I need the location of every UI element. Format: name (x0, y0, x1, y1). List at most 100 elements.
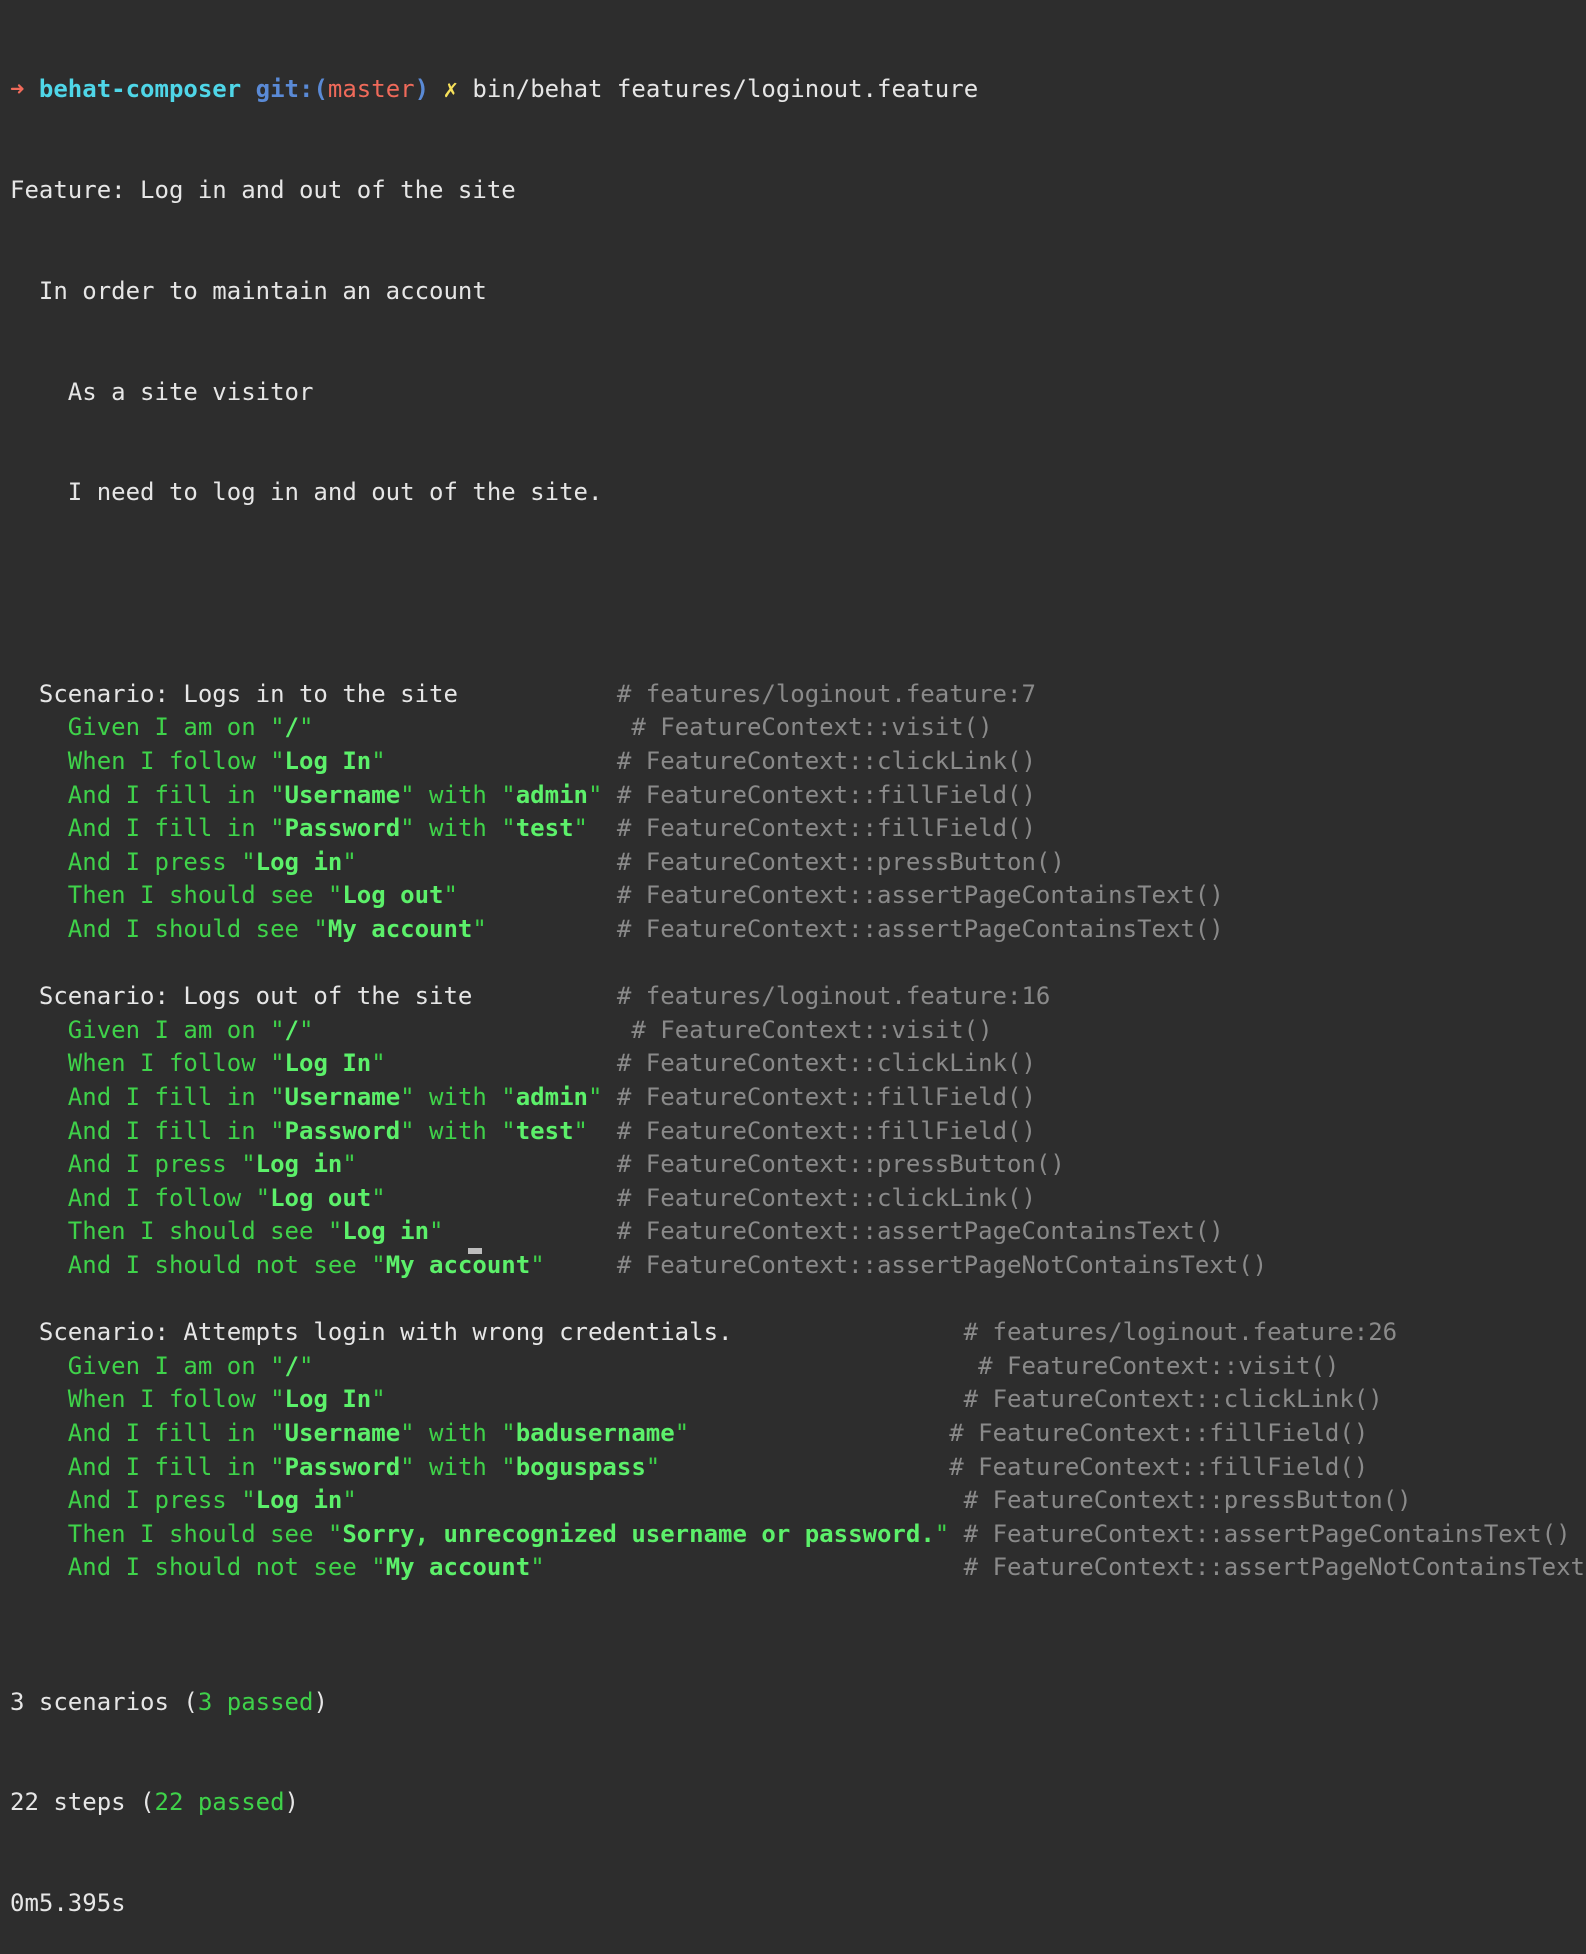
step-argument: Log out (270, 1183, 372, 1212)
step-argument: test (515, 1116, 574, 1145)
step-keyword: And I should not see " (10, 1553, 386, 1582)
step-line: And I follow "Log out" # FeatureContext:… (10, 1182, 1586, 1216)
step-keyword: And I should see " (10, 915, 328, 944)
step-definition-comment: # FeatureContext::assertPageNotContainsT… (616, 1250, 1268, 1279)
summary-scenarios-passed: 3 passed (197, 1687, 314, 1716)
step-padding (588, 1117, 617, 1145)
step-argument: test (515, 814, 574, 843)
step-line: When I follow "Log In" # FeatureContext:… (10, 1383, 1586, 1417)
step-definition-comment: # FeatureContext::pressButton() (963, 1486, 1412, 1515)
step-argument: Password (284, 1116, 401, 1145)
step-definition-comment: # FeatureContext::clickLink() (963, 1385, 1383, 1414)
step-padding (545, 1251, 617, 1279)
step-text: " (587, 780, 603, 809)
step-padding (386, 747, 617, 775)
step-text: " (587, 1083, 603, 1111)
step-keyword: And I fill in " (10, 1083, 285, 1111)
step-padding (357, 1150, 617, 1178)
step-padding (458, 881, 617, 909)
step-keyword: And I fill in " (10, 1452, 285, 1481)
scenario-location-comment: # features/loginout.feature:7 (616, 679, 1036, 708)
step-line: When I follow "Log In" # FeatureContext:… (10, 745, 1586, 779)
step-padding (386, 1385, 964, 1413)
summary-scenarios: 3 scenarios (3 passed) (10, 1686, 1586, 1720)
summary-time: 0m5.395s (10, 1889, 126, 1918)
step-line: Given I am on "/" # FeatureContext::visi… (10, 711, 1586, 745)
dirty-mark-icon: ✗ (443, 75, 458, 104)
step-text: " with " (400, 1418, 516, 1447)
step-padding (357, 848, 617, 876)
prompt-git-label: git:( (255, 75, 328, 104)
step-keyword: Given I am on " (10, 1351, 285, 1380)
step-argument: admin (515, 1083, 588, 1111)
summary-steps-passed: 22 passed (154, 1788, 285, 1817)
terminal-output: ➜ behat-composer git:(master) ✗ bin/beha… (10, 6, 1586, 1954)
step-argument: Log in (255, 847, 343, 876)
step-definition-comment: # FeatureContext::pressButton() (616, 1150, 1065, 1179)
summary-steps-prefix: 22 steps ( (10, 1788, 155, 1817)
scenario-title: Scenario: Logs in to the site # features… (10, 678, 1586, 712)
step-line: And I press "Log in" # FeatureContext::p… (10, 846, 1586, 880)
step-line: And I fill in "Username" with "admin" # … (10, 1081, 1586, 1115)
step-definition-comment: # FeatureContext::assertPageContainsText… (616, 915, 1224, 944)
step-definition-comment: # FeatureContext::pressButton() (616, 847, 1065, 876)
step-definition-comment: # FeatureContext::assertPageContainsText… (963, 1519, 1571, 1548)
terminal-cursor (468, 1248, 482, 1254)
step-argument: Log out (342, 881, 444, 910)
step-definition-comment: # FeatureContext::clickLink() (616, 747, 1036, 776)
step-argument: My account (385, 1553, 531, 1582)
step-text: " with " (400, 780, 516, 809)
summary-scenarios-suffix: ) (313, 1687, 328, 1716)
step-keyword: And I should not see " (10, 1250, 386, 1279)
step-definition-comment: # FeatureContext::visit() (631, 713, 993, 742)
step-text: " (443, 881, 458, 910)
step-line: And I fill in "Username" with "admin" # … (10, 779, 1586, 813)
step-argument: admin (515, 780, 588, 809)
step-argument: / (284, 1351, 299, 1380)
step-definition-comment: # FeatureContext::assertPageContainsText… (616, 881, 1224, 910)
step-line: Then I should see "Sorry, unrecognized u… (10, 1518, 1586, 1552)
step-keyword: When I follow " (10, 1385, 285, 1414)
step-text: " with " (400, 814, 516, 843)
summary-steps-suffix: ) (284, 1788, 299, 1817)
step-definition-comment: # FeatureContext::assertPageContainsText… (616, 1217, 1224, 1246)
step-definition-comment: # FeatureContext::fillField() (616, 814, 1036, 843)
step-padding (602, 1083, 616, 1111)
step-argument: My account (385, 1250, 531, 1279)
step-line: And I press "Log in" # FeatureContext::p… (10, 1484, 1586, 1518)
prompt-branch: master (327, 75, 415, 104)
summary-steps: 22 steps (22 passed) (10, 1786, 1586, 1820)
step-definition-comment: # FeatureContext::clickLink() (616, 1183, 1036, 1212)
step-line: When I follow "Log In" # FeatureContext:… (10, 1047, 1586, 1081)
step-keyword: And I fill in " (10, 814, 285, 843)
step-line: And I fill in "Password" with "test" # F… (10, 1115, 1586, 1149)
step-padding (949, 1520, 963, 1548)
prompt-command: bin/behat features/loginout.feature (472, 75, 979, 104)
step-padding (602, 781, 616, 809)
step-keyword: And I press " (10, 1150, 256, 1179)
step-text: " (299, 1015, 314, 1044)
step-line: And I press "Log in" # FeatureContext::p… (10, 1148, 1586, 1182)
step-definition-comment: # FeatureContext::fillField() (616, 780, 1036, 809)
step-text: " (342, 1150, 357, 1179)
step-line: Given I am on "/" # FeatureContext::visi… (10, 1350, 1586, 1384)
step-text: " with " (400, 1083, 516, 1111)
step-argument: Username (284, 780, 401, 809)
step-argument: Password (284, 1452, 401, 1481)
step-line: Then I should see "Log out" # FeatureCon… (10, 879, 1586, 913)
step-text: " (299, 713, 314, 742)
step-argument: / (284, 1015, 299, 1044)
step-definition-comment: # FeatureContext::assertPageNotContainsT… (963, 1553, 1586, 1582)
step-keyword: Given I am on " (10, 713, 285, 742)
step-padding (386, 1184, 617, 1212)
step-line: And I fill in "Username" with "baduserna… (10, 1417, 1586, 1451)
step-text: " (934, 1519, 950, 1548)
scenario-location-comment: # features/loginout.feature:16 (616, 982, 1051, 1011)
step-padding (313, 1016, 631, 1044)
step-line: And I should see "My account" # FeatureC… (10, 913, 1586, 947)
step-text: " (371, 1385, 386, 1414)
step-text: " with " (400, 1452, 516, 1481)
step-text: " (573, 1116, 588, 1145)
step-definition-comment: # FeatureContext::fillField() (616, 1116, 1036, 1145)
